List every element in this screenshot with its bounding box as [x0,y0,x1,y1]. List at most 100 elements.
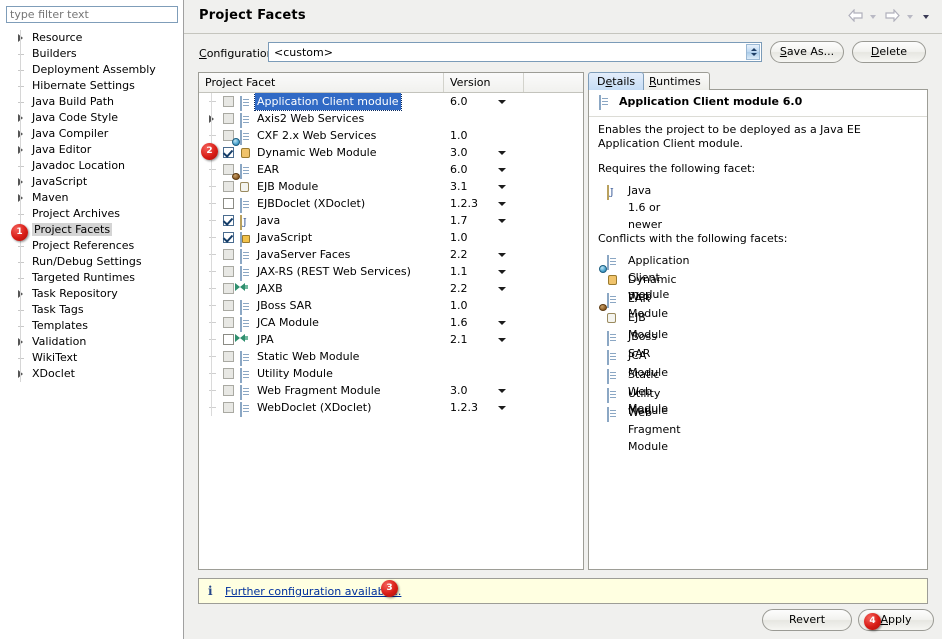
facet-checkbox-jaxb[interactable] [223,283,234,294]
version-dropdown-caret-icon[interactable] [498,202,506,206]
facet-row-ejb-module[interactable]: EJB Module 3.1 [199,173,583,195]
back-arrow-icon[interactable] [848,8,863,25]
sidebar-item-resource[interactable]: Resource [0,30,183,46]
facet-row-jboss-sar[interactable]: JBoss SAR 1.0 [199,297,583,315]
facet-row-axis2-web-services[interactable]: Axis2 Web Services [199,110,583,128]
facet-row-jaxb[interactable]: JAXB 2.2 [199,280,583,297]
facet-row-webdoclet-xdoclet[interactable]: WebDoclet (XDoclet) 1.2.3 [199,399,583,417]
forward-arrow-icon[interactable] [885,8,900,25]
facet-checkbox-jboss-sar[interactable] [223,300,234,311]
facet-checkbox-utility-module[interactable] [223,368,234,379]
facet-row-jca-module[interactable]: JCA Module 1.6 [199,314,583,332]
facet-version-label[interactable]: 1.2.3 [450,195,478,212]
facet-version-label[interactable]: 1.7 [450,212,468,229]
sidebar-item-javadoc-location[interactable]: Javadoc Location [0,158,183,174]
configuration-combo[interactable]: <custom> [268,42,762,62]
sidebar-item-templates[interactable]: Templates [0,318,183,334]
column-header-version[interactable]: Version [444,73,524,92]
tab-runtimes[interactable]: Runtimes [640,72,710,90]
facet-checkbox-jax-rs-rest-web-services[interactable] [223,266,234,277]
version-dropdown-caret-icon[interactable] [498,321,506,325]
sidebar-item-project-references[interactable]: Project References [0,238,183,254]
facet-checkbox-webdoclet-xdoclet[interactable] [223,402,234,413]
facet-row-cxf-2-x-web-services[interactable]: CXF 2.x Web Services 1.0 [199,127,583,145]
version-dropdown-caret-icon[interactable] [498,287,506,291]
sidebar-item-java-code-style[interactable]: Java Code Style [0,110,183,126]
sidebar-item-task-tags[interactable]: Task Tags [0,302,183,318]
version-dropdown-caret-icon[interactable] [498,168,506,172]
facet-checkbox-javascript[interactable] [223,232,234,243]
version-dropdown-caret-icon[interactable] [498,253,506,257]
facet-row-javaserver-faces[interactable]: JavaServer Faces 2.2 [199,246,583,264]
sidebar-item-project-archives[interactable]: Project Archives [0,206,183,222]
facet-checkbox-static-web-module[interactable] [223,351,234,362]
facet-version-label[interactable]: 2.2 [450,246,468,263]
facet-checkbox-dynamic-web-module[interactable] [223,147,234,158]
sidebar-item-java-editor[interactable]: Java Editor [0,142,183,158]
filter-input[interactable] [6,6,178,23]
version-dropdown-caret-icon[interactable] [498,151,506,155]
facet-version-label[interactable]: 6.0 [450,161,468,178]
configuration-spinner-icon[interactable] [746,44,760,60]
facet-version-label[interactable]: 1.1 [450,263,468,280]
sidebar-item-java-build-path[interactable]: Java Build Path [0,94,183,110]
back-dropdown-caret-icon[interactable] [869,15,876,19]
facet-row-static-web-module[interactable]: Static Web Module [199,348,583,366]
sidebar-item-wikitext[interactable]: WikiText [0,350,183,366]
facet-version-label[interactable]: 6.0 [450,93,468,110]
facet-row-utility-module[interactable]: Utility Module [199,365,583,383]
facet-version-label[interactable]: 1.0 [450,297,468,314]
version-dropdown-caret-icon[interactable] [498,406,506,410]
facet-version-label[interactable]: 3.1 [450,178,468,195]
sidebar-item-validation[interactable]: Validation [0,334,183,350]
facet-row-ear[interactable]: EAR 6.0 [199,161,583,179]
facet-checkbox-jpa[interactable] [223,334,234,345]
version-dropdown-caret-icon[interactable] [498,389,506,393]
forward-dropdown-caret-icon[interactable] [906,15,913,19]
facet-row-jpa[interactable]: JPA 2.1 [199,331,583,348]
facet-checkbox-jca-module[interactable] [223,317,234,328]
facet-version-label[interactable]: 3.0 [450,144,468,161]
version-dropdown-caret-icon[interactable] [498,185,506,189]
facet-version-label[interactable]: 1.2.3 [450,399,478,416]
sidebar-item-builders[interactable]: Builders [0,46,183,62]
facet-version-label[interactable]: 1.6 [450,314,468,331]
facet-version-label[interactable]: 3.0 [450,382,468,399]
sidebar-item-deployment-assembly[interactable]: Deployment Assembly [0,62,183,78]
facet-row-java[interactable]: Java 1.7 [199,212,583,230]
version-dropdown-caret-icon[interactable] [498,270,506,274]
sidebar-item-targeted-runtimes[interactable]: Targeted Runtimes [0,270,183,286]
facet-row-application-client-module[interactable]: Application Client module 6.0 [199,93,583,111]
sidebar-item-javascript[interactable]: JavaScript [0,174,183,190]
sidebar-item-task-repository[interactable]: Task Repository [0,286,183,302]
facet-version-label[interactable]: 2.1 [450,331,468,348]
facet-checkbox-ejbdoclet-xdoclet[interactable] [223,198,234,209]
facet-checkbox-application-client-module[interactable] [223,96,234,107]
facet-checkbox-java[interactable] [223,215,234,226]
column-header-project-facet[interactable]: Project Facet [199,73,444,92]
version-dropdown-caret-icon[interactable] [498,338,506,342]
tab-details[interactable]: Details [588,72,645,90]
sidebar-item-hibernate-settings[interactable]: Hibernate Settings [0,78,183,94]
facet-row-jax-rs-rest-web-services[interactable]: JAX-RS (REST Web Services) 1.1 [199,263,583,281]
further-configuration-link[interactable]: Further configuration available.. [225,585,401,598]
version-dropdown-caret-icon[interactable] [498,219,506,223]
version-dropdown-caret-icon[interactable] [498,100,506,104]
sidebar-item-maven[interactable]: Maven [0,190,183,206]
save-as-button[interactable]: Save As... [770,41,844,63]
sidebar-item-java-compiler[interactable]: Java Compiler [0,126,183,142]
facet-row-dynamic-web-module[interactable]: Dynamic Web Module 3.0 [199,138,583,161]
facet-version-label[interactable]: 1.0 [450,229,468,246]
facet-version-label[interactable]: 1.0 [450,127,468,144]
revert-button[interactable]: Revert [762,609,852,631]
delete-button[interactable]: Delete [852,41,926,63]
facet-row-ejbdoclet-xdoclet[interactable]: EJBDoclet (XDoclet) 1.2.3 [199,195,583,213]
facet-row-javascript[interactable]: JavaScript 1.0 [199,229,583,247]
facet-checkbox-javaserver-faces[interactable] [223,249,234,260]
sidebar-item-xdoclet[interactable]: XDoclet [0,366,183,382]
sidebar-item-run-debug-settings[interactable]: Run/Debug Settings [0,254,183,270]
facet-row-web-fragment-module[interactable]: Web Fragment Module 3.0 [199,382,583,400]
facet-checkbox-axis2-web-services[interactable] [223,113,234,124]
facet-version-label[interactable]: 2.2 [450,280,468,297]
facet-checkbox-ejb-module[interactable] [223,181,234,192]
